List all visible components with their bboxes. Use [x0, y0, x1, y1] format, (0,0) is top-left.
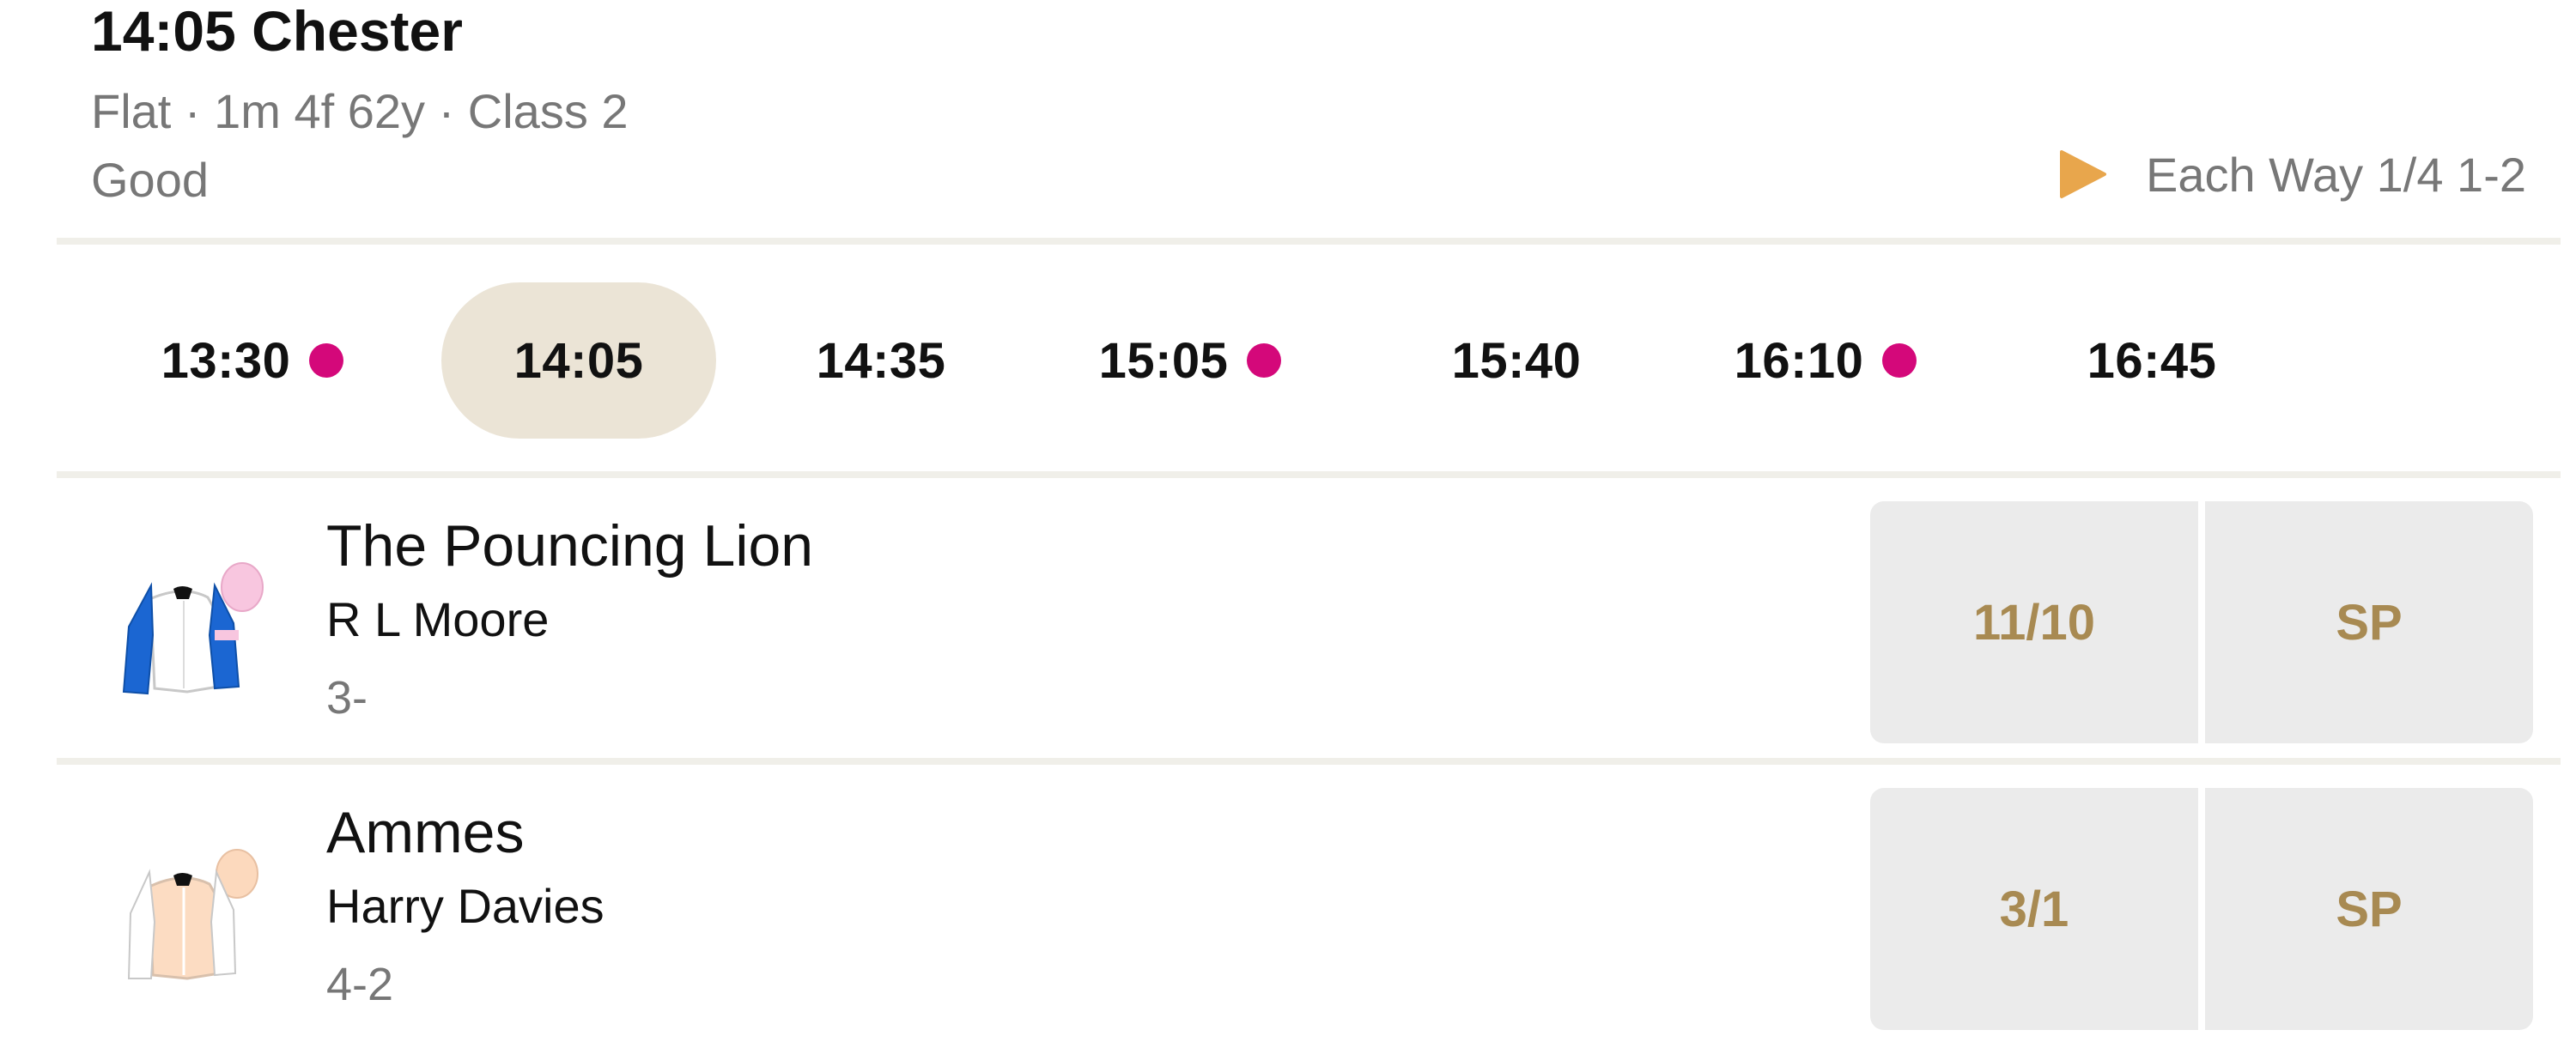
- odds-price-label: 3/1: [1999, 881, 2069, 937]
- tab-time-label: 15:40: [1451, 332, 1582, 389]
- tab-16-45[interactable]: 16:45: [2032, 282, 2272, 439]
- tab-time-label: 13:30: [161, 332, 291, 389]
- tab-13-30[interactable]: 13:30: [134, 282, 371, 439]
- runner-divider: [57, 758, 2561, 765]
- jockey-silks-icon: [113, 836, 268, 991]
- each-way-label: Each Way 1/4 1-2: [2145, 147, 2526, 202]
- jockey-name: R L Moore: [326, 592, 550, 646]
- odds-sp-button[interactable]: SP: [2205, 788, 2533, 1030]
- odds-sp-label: SP: [2336, 881, 2403, 937]
- runner-name[interactable]: Ammes: [326, 798, 524, 867]
- runner-row: Ammes Harry Davies 4-2 3/1 SP: [57, 767, 2561, 1042]
- odds-price-button[interactable]: 3/1: [1870, 788, 2198, 1030]
- tab-time-label: 15:05: [1098, 332, 1229, 389]
- live-indicator: [1882, 343, 1917, 378]
- race-meta: Flat · 1m 4f 62y · Class 2: [91, 84, 629, 138]
- odds-price-label: 11/10: [1973, 594, 2095, 651]
- tab-time-label: 14:05: [513, 332, 644, 389]
- race-time-tabs: 13:30 14:05 14:35 15:05 15:40 16:10 16:4…: [57, 253, 2561, 468]
- tab-time-label: 16:45: [2087, 332, 2217, 389]
- tab-14-05[interactable]: 14:05: [441, 282, 716, 439]
- runner-name[interactable]: The Pouncing Lion: [326, 512, 813, 580]
- race-going: Good: [91, 153, 209, 207]
- live-indicator: [1247, 343, 1282, 378]
- jockey-name: Harry Davies: [326, 879, 605, 933]
- race-header: 14:05 Chester Flat · 1m 4f 62y · Class 2…: [0, 0, 2576, 245]
- tab-15-05[interactable]: 15:05: [1070, 282, 1310, 439]
- tab-16-10[interactable]: 16:10: [1705, 282, 1946, 439]
- each-way-terms[interactable]: Each Way 1/4 1-2: [2057, 144, 2526, 204]
- runner-form: 3-: [326, 672, 368, 724]
- play-triangle-icon: [2057, 148, 2108, 200]
- tab-time-label: 14:35: [816, 332, 946, 389]
- odds-sp-label: SP: [2336, 594, 2403, 651]
- tab-15-40[interactable]: 15:40: [1396, 282, 1637, 439]
- tabs-divider: [57, 471, 2561, 478]
- runner-form: 4-2: [326, 959, 394, 1010]
- odds-price-button[interactable]: 11/10: [1870, 501, 2198, 743]
- race-title: 14:05 Chester: [91, 0, 463, 63]
- jockey-silks-icon: [113, 549, 268, 704]
- header-divider: [57, 238, 2561, 245]
- runner-row: The Pouncing Lion R L Moore 3- 11/10 SP: [57, 481, 2561, 755]
- tab-14-35[interactable]: 14:35: [761, 282, 1001, 439]
- tab-time-label: 16:10: [1734, 332, 1864, 389]
- odds-sp-button[interactable]: SP: [2205, 501, 2533, 743]
- live-indicator: [309, 343, 344, 378]
